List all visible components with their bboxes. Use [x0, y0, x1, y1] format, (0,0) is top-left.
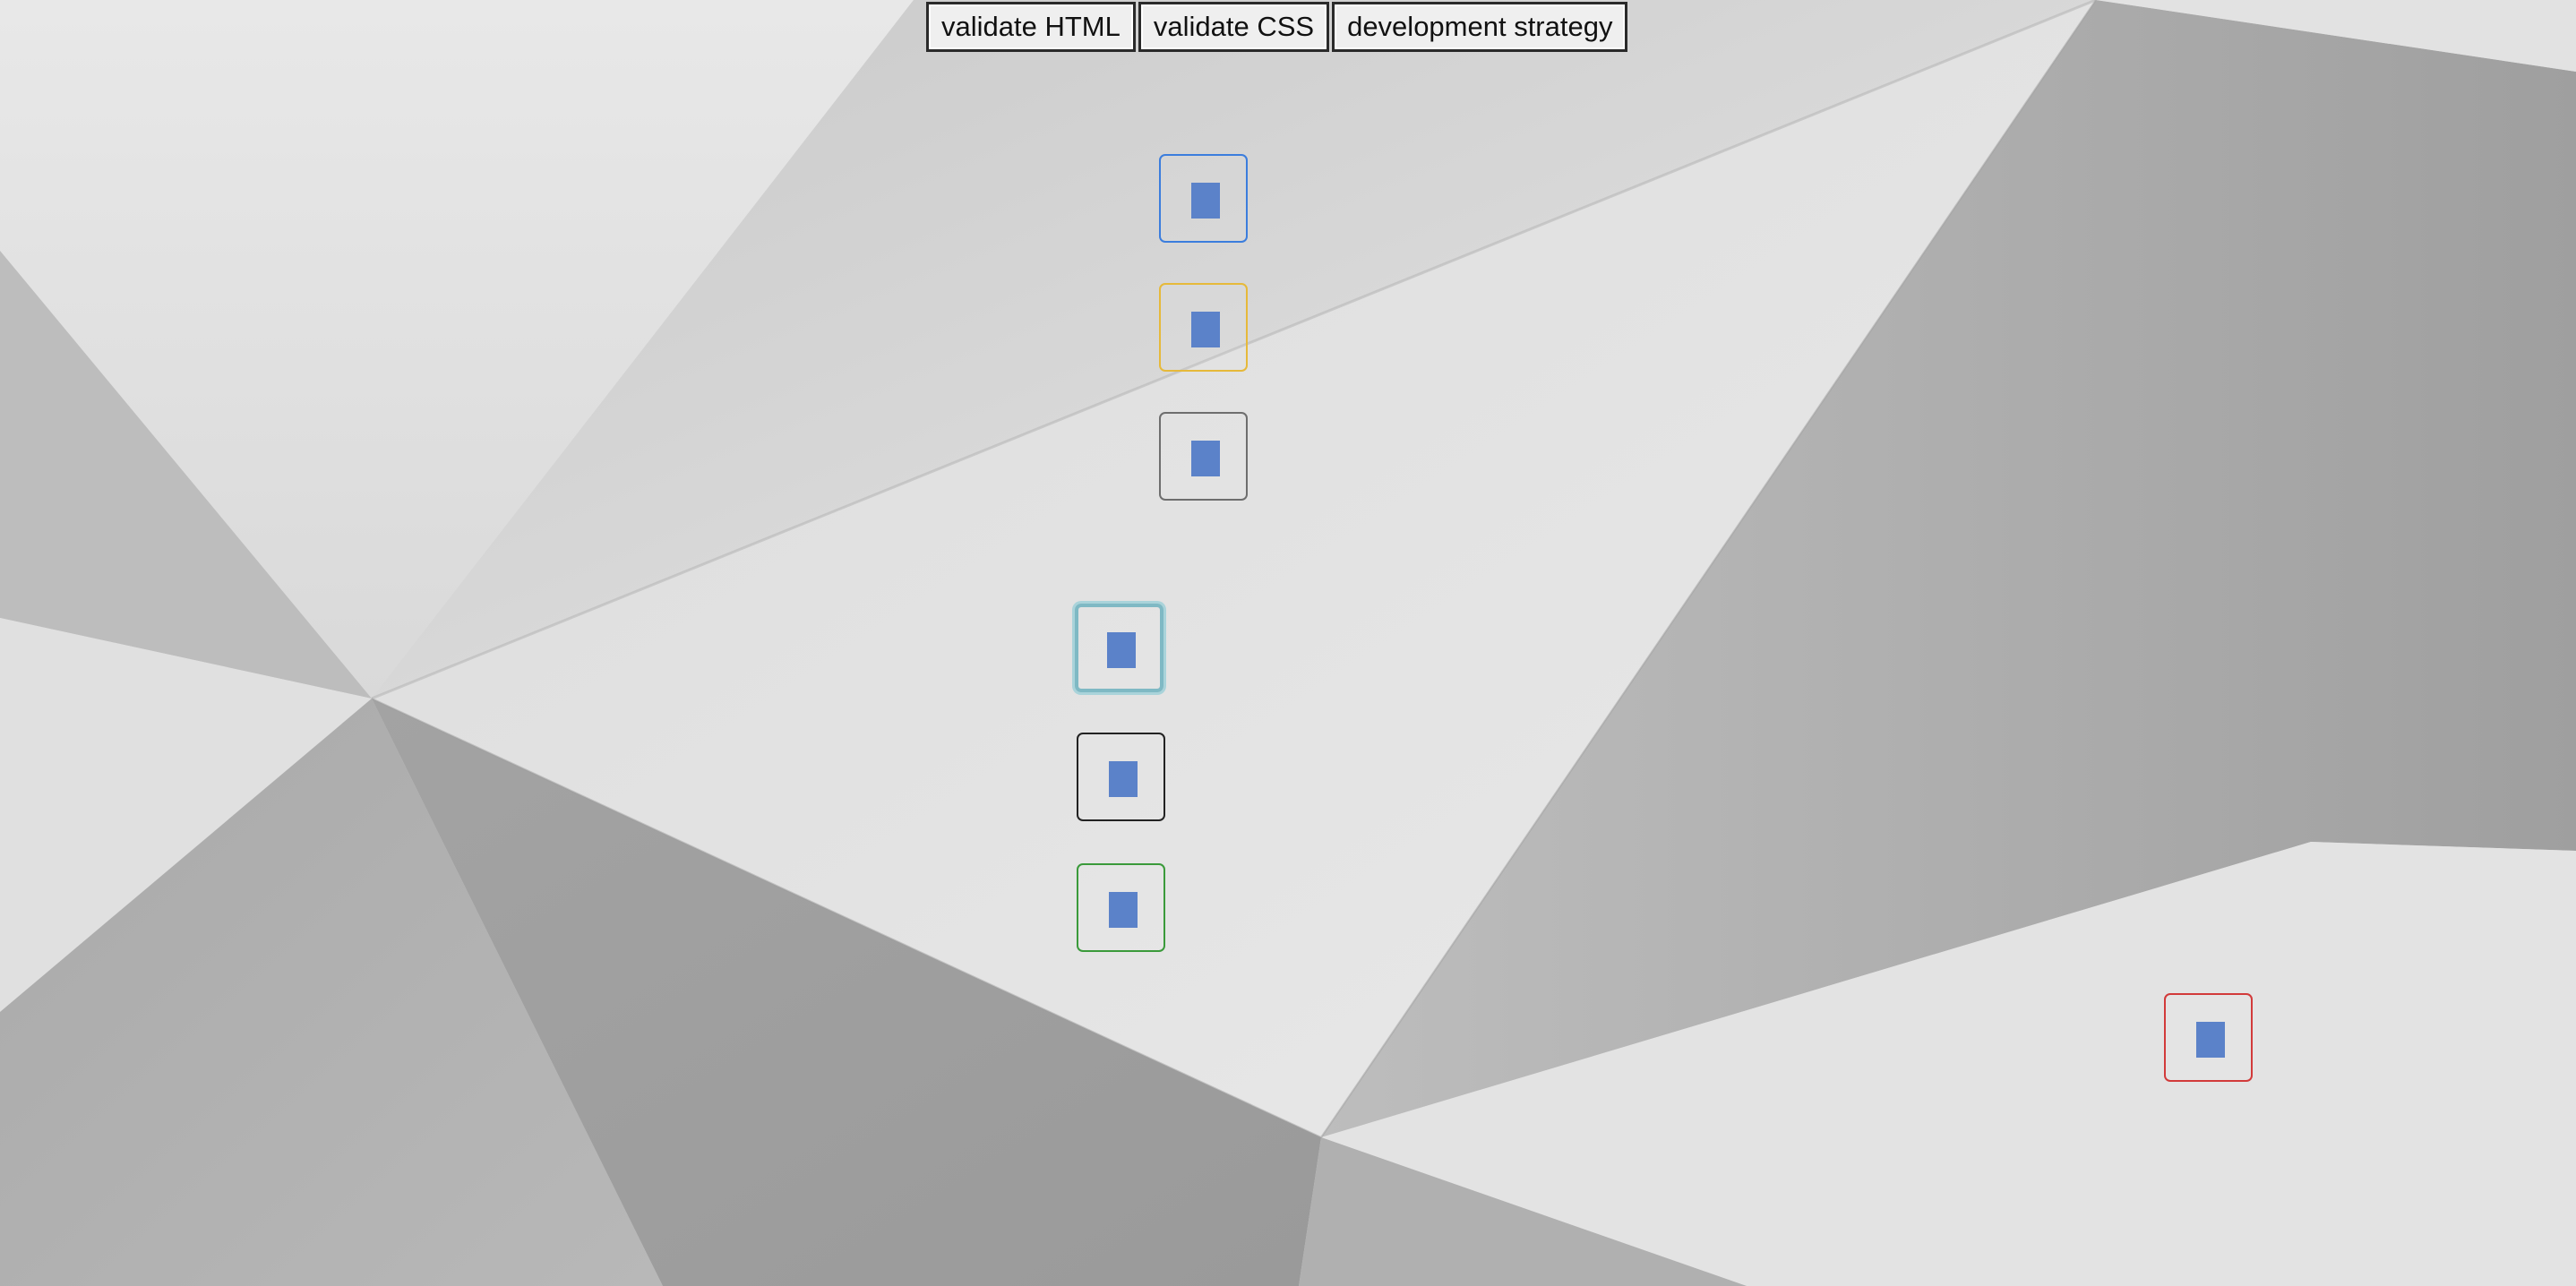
tile-black[interactable] — [1077, 733, 1165, 821]
faceted-background — [0, 0, 2576, 1286]
blue-block-icon — [1109, 761, 1138, 797]
tile-yellow[interactable] — [1159, 283, 1248, 372]
validate-html-button[interactable]: validate HTML — [926, 2, 1136, 52]
blue-block-icon — [2196, 1022, 2225, 1058]
blue-block-icon — [1191, 441, 1220, 476]
blue-block-icon — [1109, 892, 1138, 928]
blue-block-icon — [1191, 183, 1220, 219]
validate-css-button[interactable]: validate CSS — [1138, 2, 1330, 52]
tile-gray[interactable] — [1159, 412, 1248, 501]
tile-green[interactable] — [1077, 863, 1165, 952]
blue-block-icon — [1107, 632, 1136, 668]
development-strategy-button[interactable]: development strategy — [1332, 2, 1628, 52]
tile-teal-focused[interactable] — [1075, 604, 1163, 692]
tile-red[interactable] — [2164, 993, 2253, 1082]
tile-blue[interactable] — [1159, 154, 1248, 243]
toolbar: validate HTML validate CSS development s… — [926, 2, 1628, 54]
blue-block-icon — [1191, 312, 1220, 347]
